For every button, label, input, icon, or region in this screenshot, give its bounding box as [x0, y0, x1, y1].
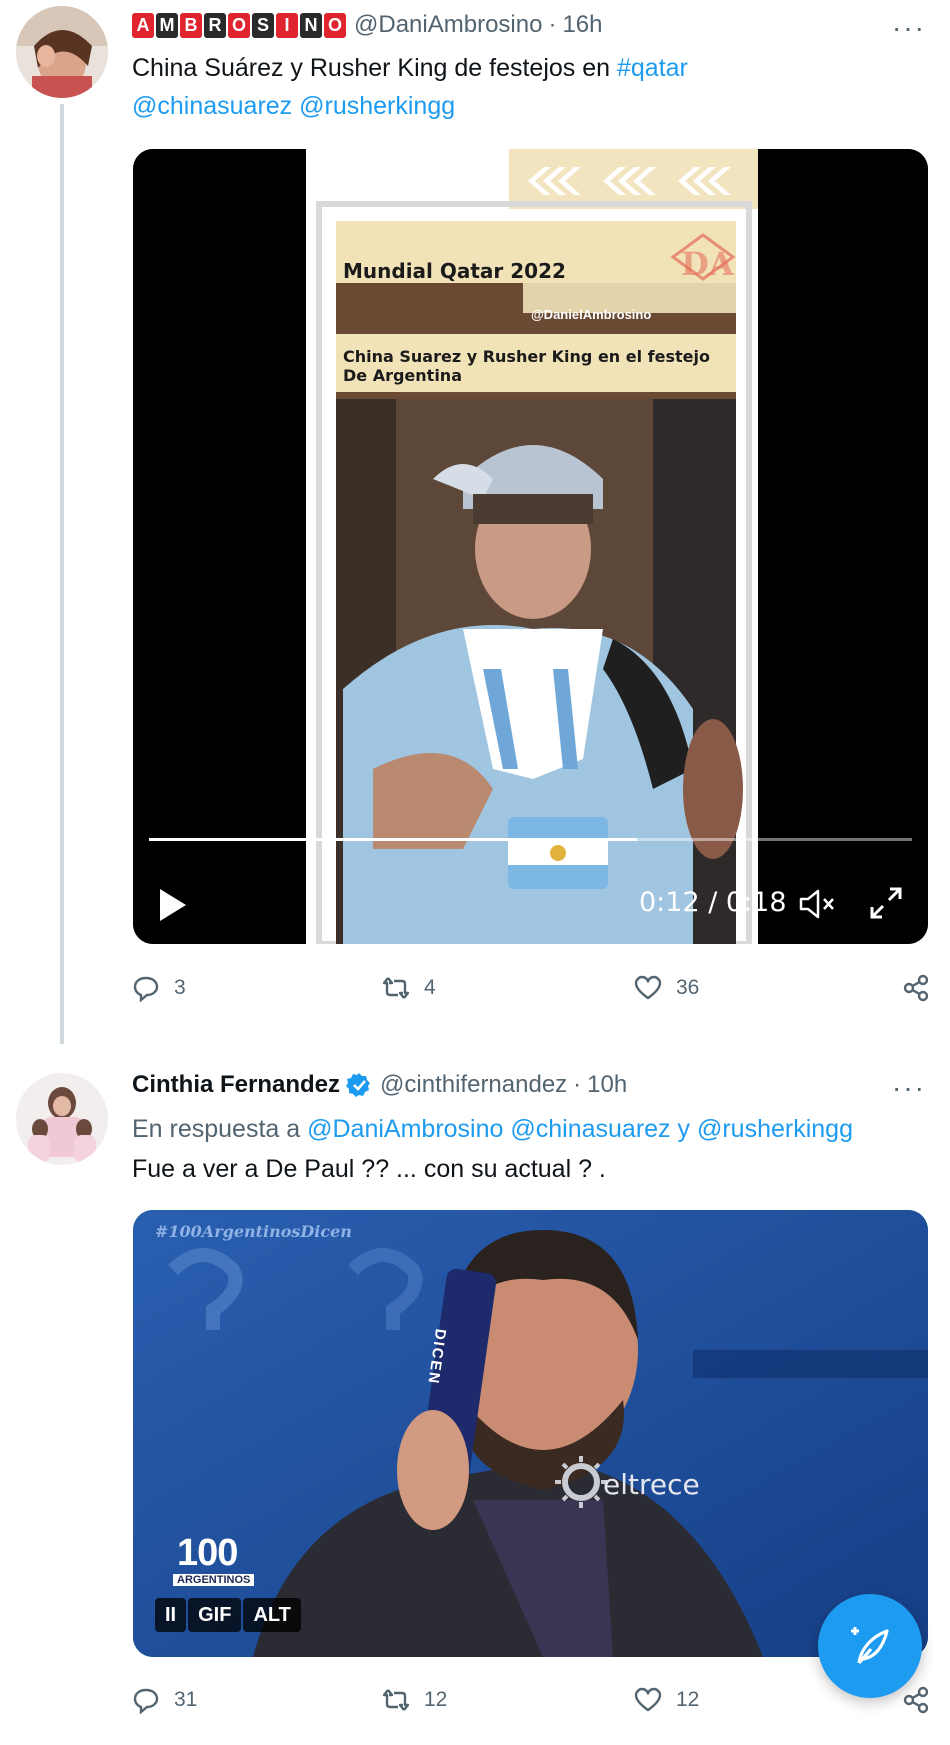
reply-button[interactable]: 3: [132, 974, 186, 1002]
retweet-button[interactable]: 4: [382, 974, 436, 1002]
like-count: 12: [676, 1688, 700, 1711]
share-icon: [903, 974, 929, 1002]
avatar[interactable]: [16, 1073, 108, 1165]
hashtag-link[interactable]: #qatar: [617, 54, 688, 82]
user-handle[interactable]: @DaniAmbrosino: [354, 11, 542, 39]
play-icon[interactable]: [157, 887, 189, 923]
tweet-1: AMBROSINO @DaniAmbrosino · 16h ··· China…: [0, 0, 950, 1050]
brand-logo[interactable]: AMBROSINO: [132, 12, 346, 38]
timestamp[interactable]: 16h: [562, 11, 602, 39]
share-button[interactable]: [902, 1686, 930, 1714]
fullscreen-icon[interactable]: [868, 885, 904, 921]
user-handle[interactable]: @cinthifernandez: [380, 1071, 567, 1099]
share-icon: [903, 1686, 929, 1714]
gif-badge: GIF: [188, 1598, 242, 1632]
compose-tweet-button[interactable]: [818, 1594, 922, 1698]
brand-letter: R: [204, 12, 226, 38]
brand-letter: M: [156, 12, 178, 38]
tweet-header: Cinthia Fernandez @cinthifernandez · 10h: [132, 1068, 627, 1102]
retweet-button[interactable]: 12: [382, 1686, 447, 1714]
tweet-body: China Suárez y Rusher King de festejos e…: [132, 54, 617, 82]
brand-letter: O: [324, 12, 346, 38]
overlay-handle: @DanielAmbrosino: [531, 307, 652, 322]
thread-line: [60, 104, 64, 1044]
channel-logo: eltrece: [603, 1468, 700, 1501]
show-logo-sub: ARGENTINOS: [173, 1574, 255, 1586]
retweet-count: 4: [424, 976, 436, 999]
reply-count: 3: [174, 976, 186, 999]
video-player[interactable]: Mundial Qatar 2022 @DanielAmbrosino DA C…: [133, 149, 928, 944]
video-progress-fill: [149, 838, 638, 841]
reply-context: En respuesta a @DaniAmbrosino @chinasuar…: [132, 1110, 942, 1148]
avatar[interactable]: [16, 6, 108, 98]
tweet-actions: 31 12 12: [132, 1686, 932, 1722]
share-button[interactable]: [902, 974, 930, 1002]
timestamp[interactable]: 10h: [587, 1071, 627, 1099]
like-count: 36: [676, 976, 700, 999]
reply-icon: [133, 1688, 159, 1714]
compose-feather-icon: [851, 1627, 889, 1665]
brand-letter: I: [276, 12, 298, 38]
gif-watermark: #100ArgentinosDicen: [155, 1222, 352, 1241]
mention-link[interactable]: @chinasuarez: [510, 1115, 670, 1143]
mention-link[interactable]: @chinasuarez: [132, 92, 292, 120]
heart-icon: [634, 1687, 662, 1712]
gif-player[interactable]: #100ArgentinosDicen DICEN eltrece 100 AR…: [133, 1210, 928, 1657]
more-options-button[interactable]: ···: [892, 1074, 926, 1102]
tweet-header: AMBROSINO @DaniAmbrosino · 16h: [132, 8, 602, 42]
overlay-logo: DA: [681, 245, 734, 283]
tweet-actions: 3 4 36: [132, 974, 932, 1010]
brand-letter: A: [132, 12, 154, 38]
separator: ·: [573, 1071, 582, 1098]
reply-count: 31: [174, 1688, 198, 1711]
separator: ·: [548, 11, 557, 38]
muted-speaker-icon[interactable]: [798, 887, 836, 921]
gif-controls: II GIF ALT: [155, 1598, 301, 1632]
retweet-count: 12: [424, 1688, 448, 1711]
video-progress-bar[interactable]: [149, 838, 912, 841]
pause-button[interactable]: II: [155, 1598, 187, 1632]
brand-letter: N: [300, 12, 322, 38]
overlay-caption: China Suarez y Rusher King en el festejo…: [343, 347, 710, 385]
retweet-icon: [382, 1689, 410, 1711]
mention-link[interactable]: @rusherkingg: [697, 1115, 853, 1143]
like-button[interactable]: 12: [634, 1686, 699, 1714]
more-options-button[interactable]: ···: [892, 14, 926, 42]
gif-frame: [133, 1210, 928, 1657]
retweet-icon: [382, 977, 410, 999]
heart-icon: [634, 975, 662, 1000]
reply-prefix: En respuesta a: [132, 1115, 308, 1143]
overlay-title: Mundial Qatar 2022: [343, 259, 566, 283]
reply-button[interactable]: 31: [132, 1686, 197, 1714]
show-logo-number: 100: [177, 1532, 238, 1574]
video-time: 0:12 / 0:18: [639, 887, 787, 918]
tweet-body: Fue a ver a De Paul ?? ... con su actual…: [132, 1155, 606, 1183]
reply-and: y: [670, 1115, 697, 1143]
brand-letter: O: [228, 12, 250, 38]
mention-link[interactable]: @rusherkingg: [299, 92, 455, 120]
brand-letter: B: [180, 12, 202, 38]
mention-link[interactable]: @DaniAmbrosino: [307, 1115, 503, 1143]
like-button[interactable]: 36: [634, 974, 699, 1002]
brand-letter: S: [252, 12, 274, 38]
verified-badge-icon: [346, 1073, 371, 1097]
tweet-2: Cinthia Fernandez @cinthifernandez · 10h…: [0, 1050, 950, 1745]
reply-icon: [133, 976, 159, 1002]
alt-text-button[interactable]: ALT: [243, 1598, 301, 1632]
tweet-text: China Suárez y Rusher King de festejos e…: [132, 49, 932, 125]
display-name[interactable]: Cinthia Fernandez: [132, 1071, 340, 1099]
